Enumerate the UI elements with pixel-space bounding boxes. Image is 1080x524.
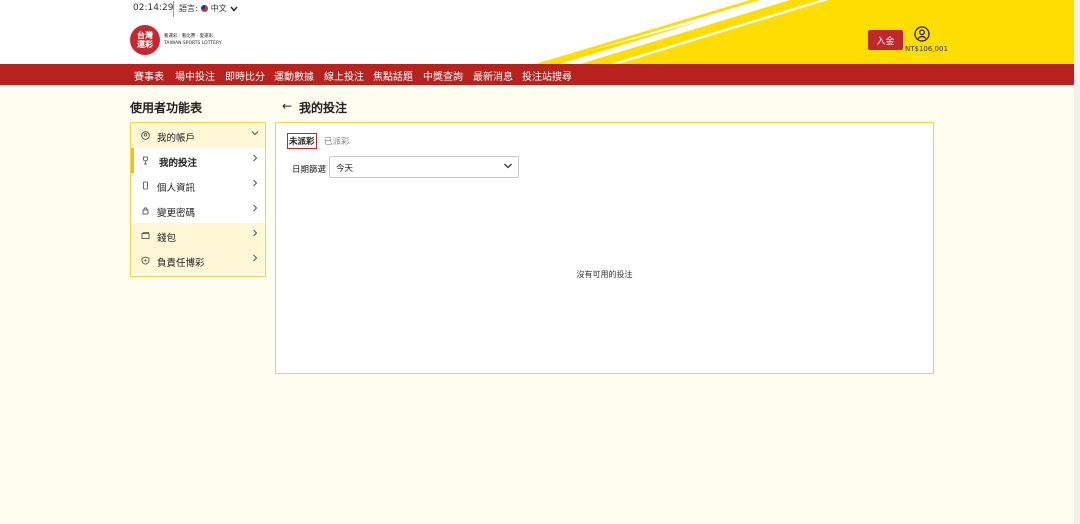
nav-item-prize-lookup[interactable]: 中獎查詢 [423,68,463,83]
nav-item-live-betting[interactable]: 場中投注 [175,68,215,83]
taiwan-flag-icon [200,5,208,12]
date-filter-label: 日期篩選 [292,165,327,175]
nav-item-live-scores[interactable]: 即時比分 [225,68,265,83]
date-filter-value: 今天 [336,164,354,174]
site-logo[interactable]: 台灣運彩 看運彩 · 看比賽 · 愛運彩 TAIWAN SPORTS LOTTE… [130,25,222,55]
sidebar-item-label: 個人資訊 [157,183,196,194]
sidebar-item-label: 我的帳戶 [157,133,196,144]
user-icon [141,131,150,140]
language-value: 中文 [210,4,227,13]
tab-unsettled[interactable]: 未派彩 [287,133,317,149]
sidebar-item-change-password[interactable]: 變更密碼 [131,198,265,223]
logo-badge: 台灣運彩 [130,25,160,55]
divider [173,1,174,17]
chevron-right-icon [251,204,259,215]
empty-state-message: 沒有可用的投注 [576,270,633,279]
chevron-right-icon [251,179,259,190]
page-title: 我的投注 [299,101,348,115]
chevron-right-icon [251,154,259,165]
sidebar-item-personal-info[interactable]: 個人資訊 [131,173,265,198]
nav-item-schedule[interactable]: 賽事表 [134,68,164,83]
sidebar-item-label: 變更密碼 [157,208,196,219]
sidebar-item-label: 我的投注 [159,158,198,169]
back-arrow-icon[interactable]: ← [282,99,292,113]
nav-item-sports-data[interactable]: 運動數據 [274,68,314,83]
user-menu-sidebar: 我的帳戶 我的投注 個人資訊 變更密碼 錢包 負責任博彩 [130,122,266,277]
bets-panel: 未派彩 已派彩 日期篩選 今天 沒有可用的投注 [275,122,934,374]
wallet-icon [141,231,150,240]
nav-item-online-betting[interactable]: 線上投注 [324,68,364,83]
chevron-down-icon [251,129,259,140]
phone-icon [141,181,150,190]
sidebar-title: 使用者功能表 [130,101,203,115]
nav-item-outlet-search[interactable]: 投注站搜尋 [522,68,572,83]
sidebar-item-my-bets[interactable]: 我的投注 [131,148,265,173]
page-scrollbar[interactable] [1074,0,1080,524]
chevron-right-icon [251,254,259,265]
chevron-down-icon [230,6,238,12]
chevron-down-icon [504,163,512,169]
lock-icon [141,206,150,215]
language-label: 語言: [179,4,198,13]
sidebar-item-wallet[interactable]: 錢包 [131,223,265,248]
user-account-icon[interactable] [914,26,930,42]
sidebar-item-my-account[interactable]: 我的帳戶 [131,123,265,148]
shield-icon [141,256,150,265]
nav-item-latest-news[interactable]: 最新消息 [473,68,513,83]
nav-item-featured-topics[interactable]: 焦點話題 [373,68,413,83]
active-indicator [131,148,134,173]
account-balance: NT$106,001 [905,45,948,53]
sidebar-item-label: 錢包 [157,233,177,244]
clock-time: 02:14:29 [133,3,174,13]
tab-settled[interactable]: 已派彩 [324,135,350,147]
logo-subtitle: 看運彩 · 看比賽 · 愛運彩 TAIWAN SPORTS LOTTERY [164,34,222,46]
language-selector[interactable]: 語言: 中文 [179,3,238,14]
sidebar-item-label: 負責任博彩 [157,258,205,269]
main-nav: 賽事表 場中投注 即時比分 運動數據 線上投注 焦點話題 中獎查詢 最新消息 投… [0,64,1080,85]
chevron-right-icon [251,229,259,240]
trophy-icon [141,156,150,165]
date-filter-select[interactable]: 今天 [329,156,519,178]
header: 02:14:29 語言: 中文 台灣運彩 看運彩 · 看比賽 · 愛運彩 TAI… [0,0,1080,64]
sidebar-item-responsible-gaming[interactable]: 負責任博彩 [131,248,265,273]
deposit-button[interactable]: 入金 [868,30,903,50]
